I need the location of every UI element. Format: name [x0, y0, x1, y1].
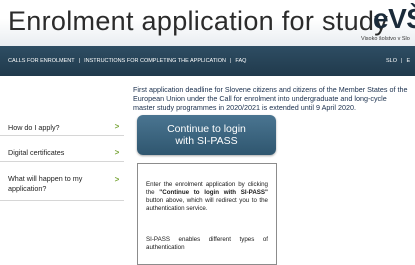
- evs-logo[interactable]: eVŠ: [373, 3, 415, 35]
- sidebar-item-label: Digital certificates: [8, 148, 65, 157]
- nav-calls-for-enrolment[interactable]: CALLS FOR ENROLMENT: [8, 58, 75, 64]
- nav-separator: |: [229, 58, 232, 64]
- nav-separator: |: [401, 58, 403, 64]
- instructions-button-reference: "Continue to login with SI-PASS": [159, 189, 268, 196]
- language-en[interactable]: E: [406, 58, 410, 64]
- login-info-box: Enter the enrolment application by click…: [137, 163, 277, 265]
- logo-subtitle: Visoko šolstvo v Slo: [361, 36, 410, 42]
- chevron-right-icon: >: [114, 122, 120, 131]
- login-instructions: Enter the enrolment application by click…: [146, 181, 268, 213]
- main-navbar: CALLS FOR ENROLMENT | INSTRUCTIONS FOR COM…: [0, 46, 415, 76]
- page-header: Enrolment application for study eVŠ Viso…: [0, 0, 415, 46]
- page-title: Enrolment application for study: [8, 6, 388, 36]
- sidebar-item-how-to-apply[interactable]: How do I apply? >: [0, 117, 124, 136]
- chevron-right-icon: >: [114, 148, 120, 157]
- chevron-right-icon: >: [114, 175, 120, 184]
- nav-faq[interactable]: FAQ: [235, 58, 246, 64]
- language-switcher: SLO | E: [386, 58, 410, 64]
- sidebar-item-label: What will happen to my application?: [8, 174, 83, 193]
- nav-instructions[interactable]: INSTRUCTIONS FOR COMPLETING THE APPLICAT…: [84, 58, 226, 64]
- instructions-text: button above, which will redirect you to…: [146, 197, 268, 212]
- sidebar-item-digital-certificates[interactable]: Digital certificates >: [0, 142, 124, 162]
- login-button-label-line2: with SI-PASS: [175, 135, 238, 147]
- login-button-label-line1: Continue to login: [167, 123, 246, 135]
- language-slo[interactable]: SLO: [386, 58, 397, 64]
- sidebar-item-application-status[interactable]: What will happen to my application? >: [0, 168, 124, 201]
- sidebar-item-label: How do I apply?: [8, 123, 60, 132]
- continue-login-si-pass-button[interactable]: Continue to login with SI-PASS: [137, 115, 276, 155]
- si-pass-description: SI-PASS enables different types of authe…: [146, 236, 268, 251]
- nav-links: CALLS FOR ENROLMENT | INSTRUCTIONS FOR COM…: [8, 58, 246, 64]
- nav-separator: |: [78, 58, 81, 64]
- deadline-notice: First application deadline for Slovene c…: [133, 85, 408, 112]
